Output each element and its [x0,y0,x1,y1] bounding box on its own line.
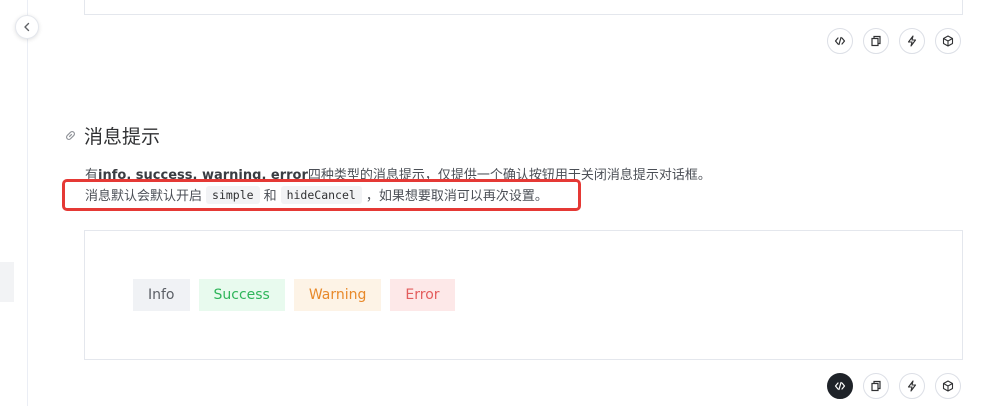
demo-toolbar-bottom [827,373,961,399]
message-type-buttons: Info Success Warning Error [133,279,455,311]
code-icon [834,36,846,46]
copy-icon [871,380,881,392]
playground-button[interactable] [899,373,925,399]
playground-button[interactable] [899,28,925,54]
sidebar-collapse-button[interactable] [15,15,39,39]
lightning-icon [907,35,917,47]
warning-button[interactable]: Warning [293,279,382,311]
highlight-annotation-box [62,179,581,211]
copy-code-button[interactable] [863,28,889,54]
codesandbox-button[interactable] [935,28,961,54]
section-title: 消息提示 [84,126,161,148]
chevron-left-icon [24,22,30,32]
copy-icon [871,35,881,47]
anchor-link-icon[interactable] [62,128,78,144]
info-button[interactable]: Info [133,279,190,311]
success-button[interactable]: Success [198,279,285,311]
section-heading: 消息提示 [62,122,160,149]
demo-toolbar-top [827,28,961,54]
show-code-button[interactable] [827,28,853,54]
sidebar-rail [0,0,28,406]
code-icon [834,381,846,391]
copy-code-button[interactable] [863,373,889,399]
lightning-icon [907,380,917,392]
cube-icon [942,380,954,392]
previous-demo-box [84,0,963,15]
codesandbox-button[interactable] [935,373,961,399]
error-button[interactable]: Error [390,279,455,311]
show-code-button[interactable] [827,373,853,399]
cube-icon [942,35,954,47]
sidebar-active-indicator[interactable] [0,262,14,302]
